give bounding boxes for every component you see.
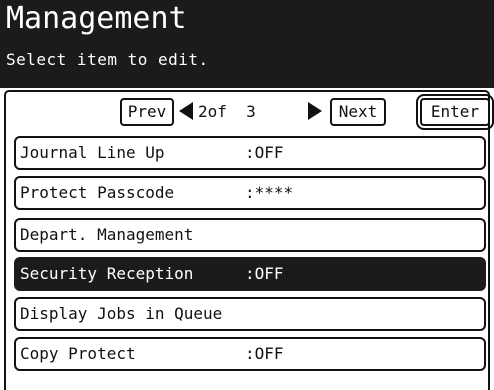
menu-item-value: :**** <box>245 183 294 202</box>
menu-item-display-jobs-in-queue[interactable]: Display Jobs in Queue <box>14 297 486 331</box>
menu-item-label: Depart. Management <box>20 225 194 244</box>
next-button[interactable]: Next <box>330 98 386 126</box>
page-subtitle: Select item to edit. <box>6 50 209 69</box>
menu-item-label: Protect Passcode <box>20 183 175 202</box>
menu-item-copy-protect[interactable]: Copy Protect :OFF <box>14 337 486 371</box>
header-bar: Management Select item to edit. <box>0 0 494 88</box>
menu-item-value: :OFF <box>245 264 284 283</box>
menu-item-protect-passcode[interactable]: Protect Passcode :**** <box>14 176 486 210</box>
arrow-left-icon <box>179 102 193 120</box>
arrow-right-icon <box>308 102 322 120</box>
page-indicator: 2of 3 <box>198 102 256 121</box>
menu-item-value: :OFF <box>245 344 284 363</box>
menu-item-label: Journal Line Up <box>20 143 165 162</box>
menu-item-label: Display Jobs in Queue <box>20 304 223 323</box>
menu-item-security-reception[interactable]: Security Reception :OFF <box>14 257 486 291</box>
menu-item-value: :OFF <box>245 143 284 162</box>
page-title: Management <box>6 1 187 36</box>
prev-button[interactable]: Prev <box>120 98 174 126</box>
menu-item-label: Copy Protect <box>20 344 136 363</box>
enter-button[interactable]: Enter <box>416 94 494 130</box>
menu-item-label: Security Reception <box>20 264 194 283</box>
menu-item-journal-line-up[interactable]: Journal Line Up :OFF <box>14 136 486 170</box>
menu-item-depart-management[interactable]: Depart. Management <box>14 218 486 252</box>
menu-panel: Prev 2of 3 Next Enter Journal Line Up :O… <box>0 88 494 390</box>
